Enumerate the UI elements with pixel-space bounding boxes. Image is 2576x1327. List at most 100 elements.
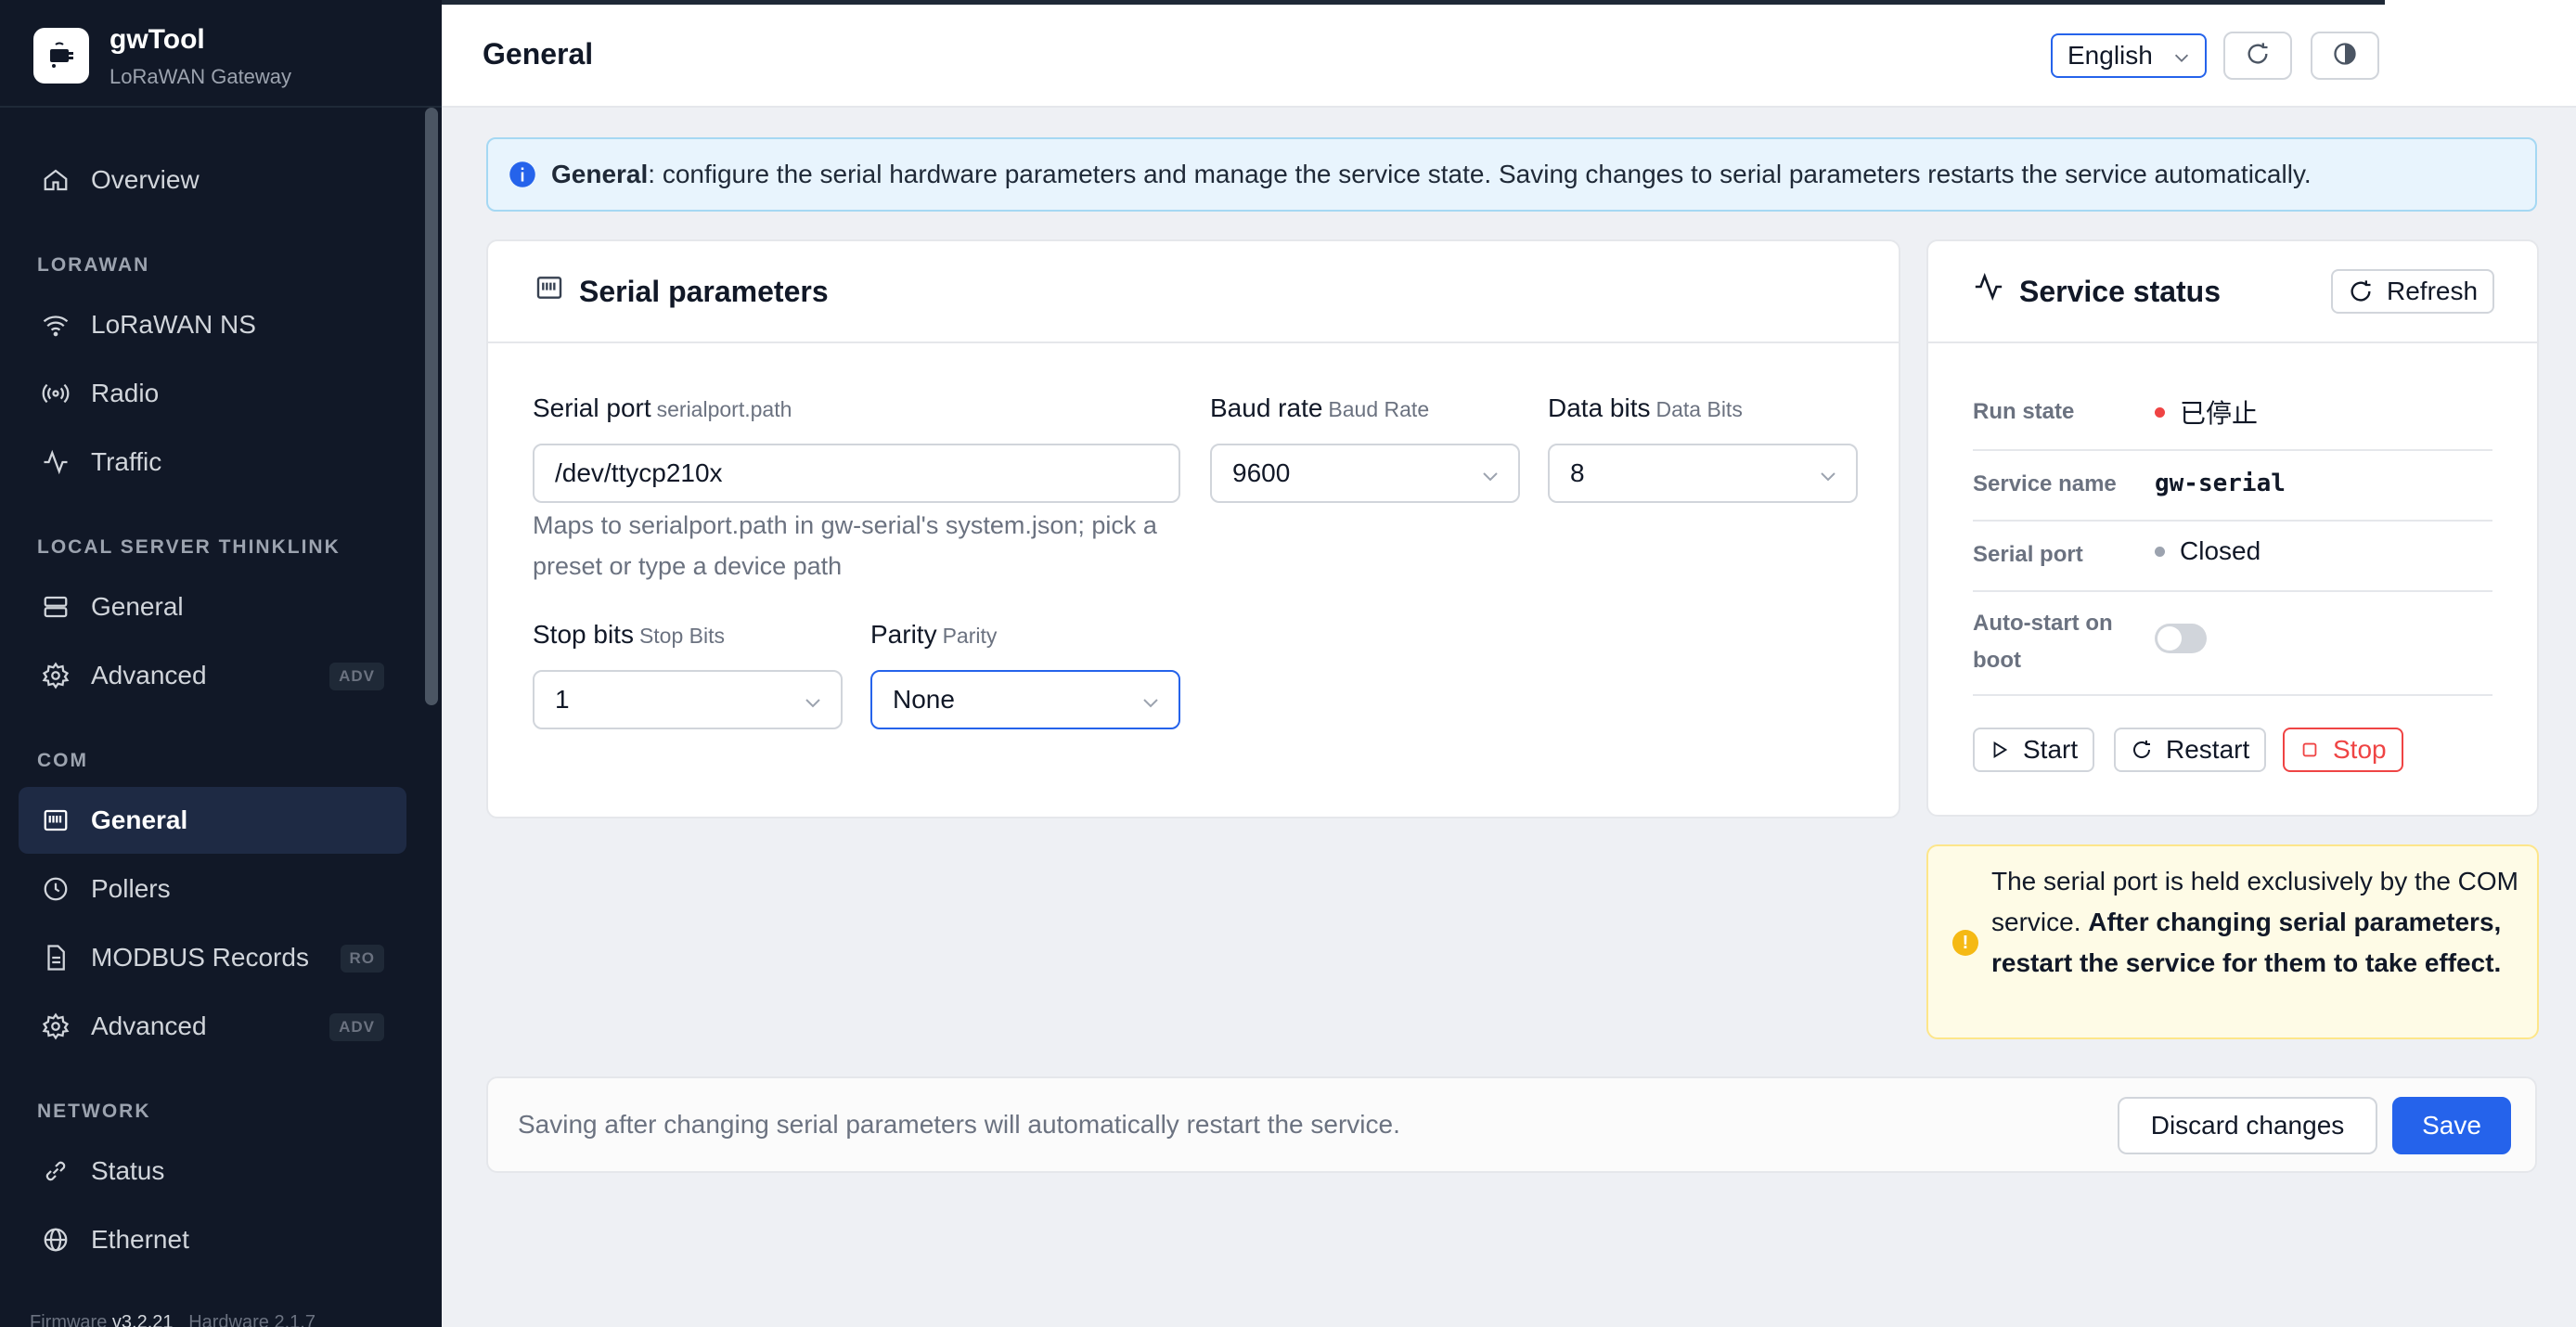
- sidebar-footer: Firmware v3.2.21 Hardware 2.1.7: [30, 1312, 316, 1327]
- chevron-down-icon: [1817, 464, 1839, 494]
- serial-port-hint: Maps to serialport.path in gw-serial's s…: [533, 511, 1157, 580]
- language-select[interactable]: English: [2051, 33, 2207, 78]
- serial-port-status-label: Serial port: [1973, 542, 2083, 567]
- sidebar-item-label: Ethernet: [91, 1225, 189, 1254]
- action-note: Saving after changing serial parameters …: [518, 1110, 1400, 1139]
- sidebar-item-label: Radio: [91, 379, 160, 407]
- service-name-row: Service name gw-serial: [1973, 451, 2492, 522]
- baud-rate-select[interactable]: 9600: [1210, 444, 1520, 503]
- baud-rate-label: Baud rate Baud Rate: [1210, 393, 1430, 422]
- sidebar-scrollbar[interactable]: [425, 108, 438, 705]
- sidebar-item-com-general[interactable]: General: [19, 787, 406, 854]
- language-value: English: [2067, 41, 2153, 70]
- reload-button[interactable]: [2223, 32, 2292, 80]
- wifi-icon: [39, 308, 72, 341]
- info-icon: [509, 161, 536, 188]
- sidebar-item-label: General: [91, 592, 184, 621]
- serial-icon: [535, 273, 564, 307]
- serial-port-row: Serial port Closed: [1973, 522, 2492, 592]
- autostart-toggle[interactable]: [2155, 624, 2207, 653]
- serial-icon: [39, 804, 72, 837]
- theme-toggle-button[interactable]: [2311, 32, 2379, 80]
- globe-icon: [39, 1223, 72, 1256]
- restart-button[interactable]: Restart: [2114, 728, 2267, 772]
- sidebar-item-label: Advanced: [91, 1011, 207, 1040]
- sidebar-item-ethernet[interactable]: Ethernet: [19, 1206, 406, 1273]
- run-state-label: Run state: [1973, 399, 2075, 424]
- radio-icon: [39, 377, 72, 410]
- play-icon: [1990, 740, 2010, 760]
- parity-select[interactable]: None: [870, 670, 1180, 729]
- clock-icon: [39, 872, 72, 906]
- sidebar-item-modbus-records[interactable]: MODBUS Records RO: [19, 924, 406, 991]
- sidebar-item-label: Advanced: [91, 661, 207, 689]
- autostart-label: Auto-start on boot: [1973, 611, 2113, 673]
- adv-badge: ADV: [329, 663, 384, 690]
- warning-text: The serial port is held exclusively by t…: [1991, 867, 2518, 977]
- activity-icon: [39, 445, 72, 479]
- stop-button[interactable]: Stop: [2283, 728, 2403, 772]
- serial-port-status-value: Closed: [2155, 536, 2260, 566]
- sidebar-item-status[interactable]: Status: [19, 1138, 406, 1205]
- adv-badge: ADV: [329, 1013, 384, 1041]
- sidebar-item-label: MODBUS Records: [91, 943, 309, 972]
- refresh-icon: [2245, 41, 2271, 71]
- gateway-logo-icon: [33, 28, 89, 84]
- sidebar-section-network: NETWORK: [37, 1101, 151, 1122]
- stop-bits-label: Stop bits Stop Bits: [533, 620, 725, 649]
- stop-icon: [2299, 740, 2320, 760]
- run-state-value: 已停止: [2155, 393, 2258, 431]
- serial-parameters-title: Serial parameters: [579, 275, 829, 308]
- autostart-row: Auto-start on boot: [1973, 592, 2492, 696]
- sidebar-item-radio[interactable]: Radio: [19, 360, 406, 427]
- service-name-value: gw-serial: [2155, 470, 2286, 497]
- status-dot: [2155, 406, 2165, 418]
- sidebar-item-ls-advanced[interactable]: Advanced ADV: [19, 642, 406, 709]
- discard-changes-button[interactable]: Discard changes: [2118, 1097, 2377, 1154]
- ro-badge: RO: [340, 945, 384, 973]
- warning-icon: !: [1952, 930, 1978, 956]
- gear-icon: [39, 659, 72, 692]
- chevron-down-icon: [1479, 464, 1501, 494]
- sidebar-item-ls-general[interactable]: General: [19, 573, 406, 640]
- chevron-down-icon: [2171, 45, 2192, 74]
- sidebar-item-pollers[interactable]: Pollers: [19, 856, 406, 922]
- top-loading-bar: [442, 0, 2385, 5]
- service-status-card: Service status Refresh Run state 已停止 Ser…: [1926, 239, 2539, 817]
- sidebar-item-traffic[interactable]: Traffic: [19, 429, 406, 496]
- save-button[interactable]: Save: [2392, 1097, 2511, 1154]
- sidebar-item-label: Pollers: [91, 874, 171, 903]
- sidebar-section-lorawan: LORAWAN: [37, 254, 150, 276]
- data-bits-select[interactable]: 8: [1548, 444, 1858, 503]
- activity-icon: [1973, 271, 2004, 307]
- sidebar-item-lorawan-ns[interactable]: LoRaWAN NS: [19, 291, 406, 358]
- card-header: Service status Refresh: [1928, 241, 2537, 343]
- sidebar-section-local-server: LOCAL SERVER THINKLINK: [37, 536, 341, 558]
- service-name-label: Service name: [1973, 471, 2117, 496]
- page-title: General: [483, 37, 594, 71]
- refresh-icon: [2348, 278, 2374, 304]
- warning-box: ! The serial port is held exclusively by…: [1926, 844, 2539, 1039]
- brand: gwTool LoRaWAN Gateway: [0, 0, 442, 108]
- topbar: General English: [442, 0, 2576, 108]
- status-dot: [2155, 546, 2165, 557]
- run-state-row: Run state 已停止: [1973, 380, 2492, 451]
- sidebar-section-com: COM: [37, 750, 88, 771]
- refresh-icon: [2131, 739, 2153, 761]
- sidebar-item-label: General: [91, 805, 188, 834]
- serial-port-input[interactable]: /dev/ttycp210x: [533, 444, 1180, 503]
- stop-bits-select[interactable]: 1: [533, 670, 843, 729]
- sidebar-item-com-advanced[interactable]: Advanced ADV: [19, 993, 406, 1060]
- info-banner: General: configure the serial hardware p…: [486, 137, 2537, 212]
- refresh-button[interactable]: Refresh: [2331, 269, 2495, 314]
- start-button[interactable]: Start: [1973, 728, 2095, 772]
- contrast-icon: [2332, 41, 2358, 71]
- home-icon: [39, 163, 72, 197]
- service-status-title: Service status: [2019, 275, 2222, 308]
- data-bits-label: Data bits Data Bits: [1548, 393, 1743, 422]
- sidebar-item-label: Status: [91, 1156, 165, 1185]
- chevron-down-icon: [1140, 690, 1162, 720]
- sidebar-item-overview[interactable]: Overview: [19, 147, 406, 213]
- serial-parameters-card: Serial parameters Serial port serialport.…: [486, 239, 1900, 818]
- sidebar: gwTool LoRaWAN Gateway Overview LORAWAN …: [0, 0, 442, 1327]
